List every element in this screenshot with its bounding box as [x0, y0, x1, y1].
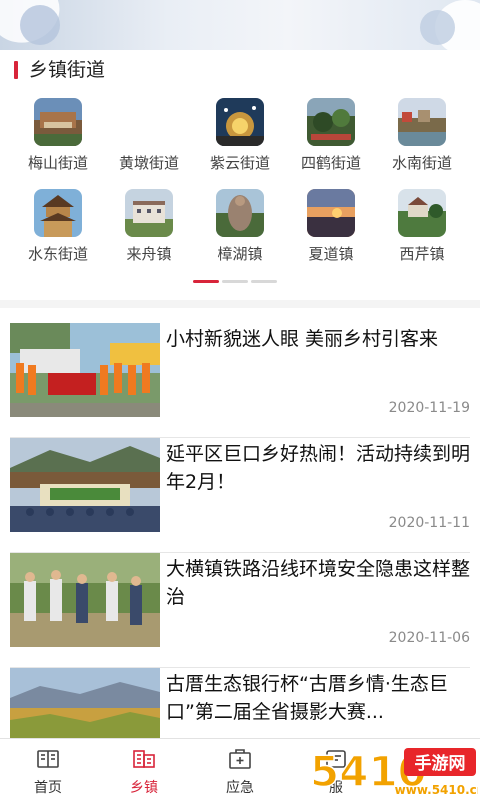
pagoda-icon — [34, 189, 82, 237]
news-item[interactable]: 小村新貌迷人眼 美丽乡村引客来 2020-11-19 — [0, 323, 480, 438]
town-icon — [132, 747, 156, 771]
tab-home[interactable]: 首页 — [0, 739, 96, 800]
riverside-icon — [398, 98, 446, 146]
tab-label: 应急 — [226, 780, 254, 796]
news-thumbnail — [10, 323, 160, 417]
page-indicator — [251, 280, 277, 283]
news-title: 延平区巨口乡好热闹！活动持续到明年2月！ — [166, 443, 471, 493]
town-label: 黄墩街道 — [118, 154, 179, 172]
town-item-xiadao[interactable]: 夏道镇 — [286, 189, 376, 269]
town-item-laizhou[interactable]: 来舟镇 — [104, 189, 194, 269]
town-item-zhanghu[interactable]: 樟湖镇 — [195, 189, 285, 269]
news-title: 大横镇铁路沿线环境安全隐患这样整治 — [166, 558, 471, 608]
news-thumbnail — [10, 553, 160, 647]
town-item-meishan[interactable]: 梅山街道 — [13, 98, 103, 178]
town-item-shuidong[interactable]: 水东街道 — [13, 189, 103, 269]
page-indicator-active — [193, 280, 219, 283]
news-item[interactable]: 延平区巨口乡好热闹！活动持续到明年2月！ 2020-11-11 — [0, 438, 480, 553]
building-icon — [125, 189, 173, 237]
town-item-shuinan[interactable]: 水南街道 — [377, 98, 467, 178]
section-title: 乡镇街道 — [29, 59, 106, 81]
news-date: 2020-11-19 — [388, 400, 470, 416]
village-icon — [398, 189, 446, 237]
top-banner — [0, 0, 480, 50]
tab-label: 乡镇 — [130, 780, 158, 796]
news-item[interactable]: 大横镇铁路沿线环境安全隐患这样整治 2020-11-06 — [0, 553, 480, 668]
town-label: 紫云街道 — [209, 154, 270, 172]
town-grid: 梅山街道 黄墩街道 紫云街道 四鹤街道 水南街道 水东街道 来舟镇 樟湖镇 夏道… — [0, 95, 480, 265]
news-date: 2020-11-11 — [388, 515, 470, 531]
section-accent-bar — [14, 61, 18, 79]
watermark-text: 手游网 — [415, 753, 466, 774]
tab-town[interactable]: 乡镇 — [96, 739, 192, 800]
town-label: 来舟镇 — [126, 245, 172, 263]
statue-icon — [216, 189, 264, 237]
town-label: 水东街道 — [27, 245, 88, 263]
town-label: 梅山街道 — [27, 154, 88, 172]
news-title: 小村新貌迷人眼 美丽乡村引客来 — [166, 328, 439, 350]
book-icon — [36, 747, 60, 771]
town-label: 水南街道 — [391, 154, 452, 172]
news-title: 古厝生态银行杯“古厝乡情·生态巨口”第二届全省摄影大赛... — [166, 673, 448, 723]
section-divider — [0, 300, 480, 308]
town-label: 西芹镇 — [399, 245, 445, 263]
town-label: 夏道镇 — [308, 245, 354, 263]
news-thumbnail — [10, 438, 160, 532]
tab-emergency[interactable]: 应急 — [192, 739, 288, 800]
watermark-domain: www.5410.cn — [395, 783, 478, 797]
town-item-ziyun[interactable]: 紫云街道 — [195, 98, 285, 178]
townscape-icon — [34, 98, 82, 146]
first-aid-icon — [228, 747, 252, 771]
garden-icon — [307, 98, 355, 146]
night-aerial-icon — [216, 98, 264, 146]
site-watermark: 5410 手游网 www.5410.cn — [308, 742, 480, 800]
town-item-xiqin[interactable]: 西芹镇 — [377, 189, 467, 269]
town-label: 樟湖镇 — [217, 245, 263, 263]
news-date: 2020-11-06 — [388, 630, 470, 646]
town-label: 四鹤街道 — [300, 154, 361, 172]
sunset-icon — [307, 189, 355, 237]
town-item-sihe[interactable]: 四鹤街道 — [286, 98, 376, 178]
town-item-huangdun[interactable]: 黄墩街道 — [104, 98, 194, 178]
tab-label: 首页 — [34, 780, 62, 796]
page-indicator — [222, 280, 248, 283]
section-header: 乡镇街道 — [0, 52, 480, 88]
